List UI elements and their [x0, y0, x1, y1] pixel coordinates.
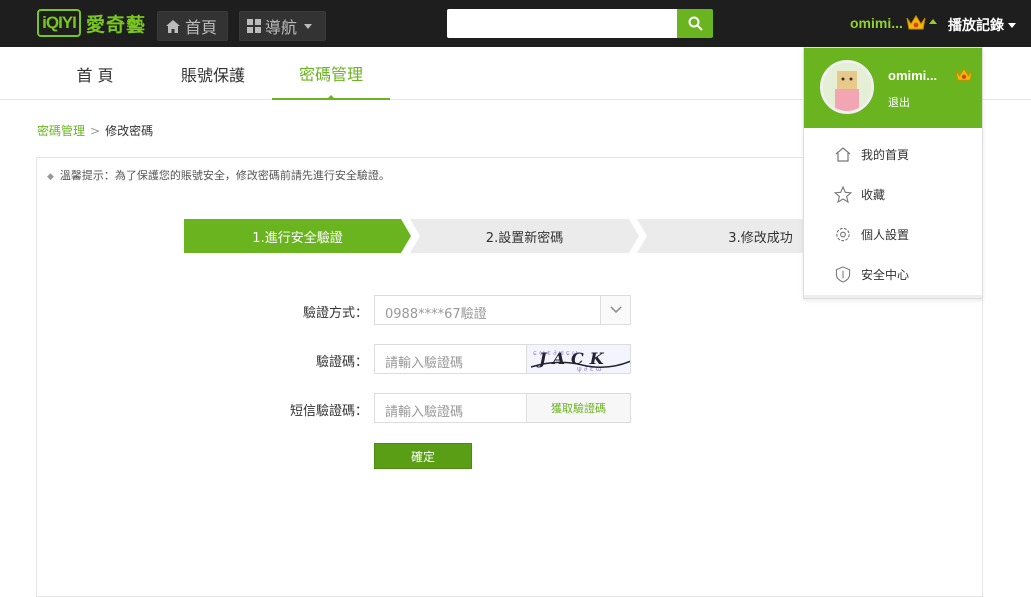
home-icon	[166, 19, 180, 33]
dropdown-user-name[interactable]: omimi...	[888, 68, 937, 83]
sms-code-label: 短信驗證碼：	[289, 404, 368, 419]
menu-item-label: 收藏	[861, 187, 886, 202]
tab-account-protection[interactable]: 賬號保護	[162, 47, 264, 100]
menu-item-favorites[interactable]: 收藏	[834, 184, 885, 204]
active-tab-indicator	[326, 95, 336, 100]
caret-up-icon	[929, 19, 937, 24]
search-input[interactable]	[447, 9, 677, 38]
history-label: 播放記錄	[948, 18, 1004, 34]
progress-steps: 1.進行安全驗證 2.設置新密碼 3.修改成功	[184, 219, 884, 253]
dropdown-bottom-border	[804, 295, 982, 298]
menu-item-security-center[interactable]: 安全中心	[834, 264, 909, 284]
get-sms-code-button[interactable]: 獲取驗證碼	[526, 393, 631, 423]
bullet-icon: ◆	[47, 172, 54, 182]
tab-label: 密碼管理	[298, 64, 363, 84]
breadcrumb: 密碼管理 > 修改密碼	[37, 122, 153, 139]
chevron-down-icon	[304, 23, 313, 29]
home-button[interactable]: 首頁	[157, 11, 228, 41]
breadcrumb-parent-link[interactable]: 密碼管理	[37, 124, 85, 138]
logo-mark: iQIYI	[37, 9, 81, 37]
user-name[interactable]: omimi...	[850, 15, 903, 31]
step-label: 2.設置新密碼	[485, 230, 564, 246]
menu-item-settings[interactable]: 個人設置	[834, 224, 909, 244]
tab-label: 首 頁	[76, 65, 114, 85]
captcha-placeholder: 請輸入驗證碼	[385, 356, 464, 371]
sms-code-placeholder: 請輸入驗證碼	[385, 405, 464, 420]
crown-icon	[906, 15, 926, 30]
captcha-label: 驗證碼：	[315, 355, 368, 370]
search-button[interactable]	[677, 9, 713, 38]
user-dropdown-menu: omimi... 退出 我的首頁 收藏 個人設置 安全中心	[803, 47, 983, 299]
nav-menu-label: 導航	[265, 18, 298, 37]
selected-method: 0988****67驗證	[385, 307, 487, 322]
menu-item-my-home[interactable]: 我的首頁	[834, 144, 909, 164]
tab-password-management[interactable]: 密碼管理	[272, 47, 390, 100]
chevron-down-icon	[609, 306, 622, 314]
tab-home[interactable]: 首 頁	[57, 47, 133, 100]
iqiyi-logo[interactable]: iQIYI 愛奇藝	[37, 9, 146, 37]
step-1: 1.進行安全驗證	[184, 219, 411, 253]
avatar-image	[823, 63, 871, 111]
avatar[interactable]	[820, 60, 874, 114]
shield-icon	[835, 265, 851, 283]
gear-icon	[836, 227, 850, 241]
captcha-text: JACK	[539, 349, 610, 368]
tip-text: 溫馨提示：為了保護您的賬號安全，修改密碼前請先進行安全驗證。	[59, 169, 390, 182]
history-menu[interactable]: 播放記錄	[948, 15, 1016, 35]
verification-method-select[interactable]: 0988****67驗證	[374, 295, 631, 325]
home-icon	[835, 146, 851, 162]
logout-link[interactable]: 退出	[888, 94, 910, 110]
method-label: 驗證方式：	[302, 306, 368, 321]
menu-item-label: 我的首頁	[861, 147, 910, 162]
confirm-button[interactable]: 確定	[374, 443, 472, 469]
tab-label: 賬號保護	[180, 65, 245, 85]
tip-message: ◆ 溫馨提示：為了保護您的賬號安全，修改密碼前請先進行安全驗證。	[47, 167, 390, 183]
select-arrow[interactable]	[600, 296, 630, 324]
nav-menu-button[interactable]: 導航	[239, 11, 326, 41]
captcha-image[interactable]: ɕ ω ε ∂ ψ ɕ ω ψ ∂ ε ω JACK	[526, 344, 631, 374]
user-card: omimi... 退出	[804, 48, 982, 128]
sms-code-input[interactable]: 請輸入驗證碼	[374, 393, 527, 423]
menu-item-label: 安全中心	[861, 267, 910, 282]
step-2: 2.設置新密碼	[410, 219, 639, 253]
top-navigation-bar: iQIYI 愛奇藝 首頁 導航 omimi... 播放記錄	[0, 0, 1031, 47]
captcha-input[interactable]: 請輸入驗證碼	[374, 344, 527, 374]
breadcrumb-separator: >	[90, 124, 101, 138]
breadcrumb-current: 修改密碼	[105, 124, 154, 138]
menu-item-label: 個人設置	[861, 227, 910, 242]
crown-icon	[955, 67, 973, 81]
grid-icon	[247, 19, 261, 33]
home-button-label: 首頁	[185, 18, 218, 37]
chevron-down-icon	[1008, 22, 1016, 28]
star-icon	[834, 185, 852, 203]
step-label: 3.修改成功	[728, 230, 793, 246]
search-icon	[688, 16, 703, 31]
logo-text: 愛奇藝	[86, 13, 147, 36]
step-label: 1.進行安全驗證	[252, 230, 343, 246]
